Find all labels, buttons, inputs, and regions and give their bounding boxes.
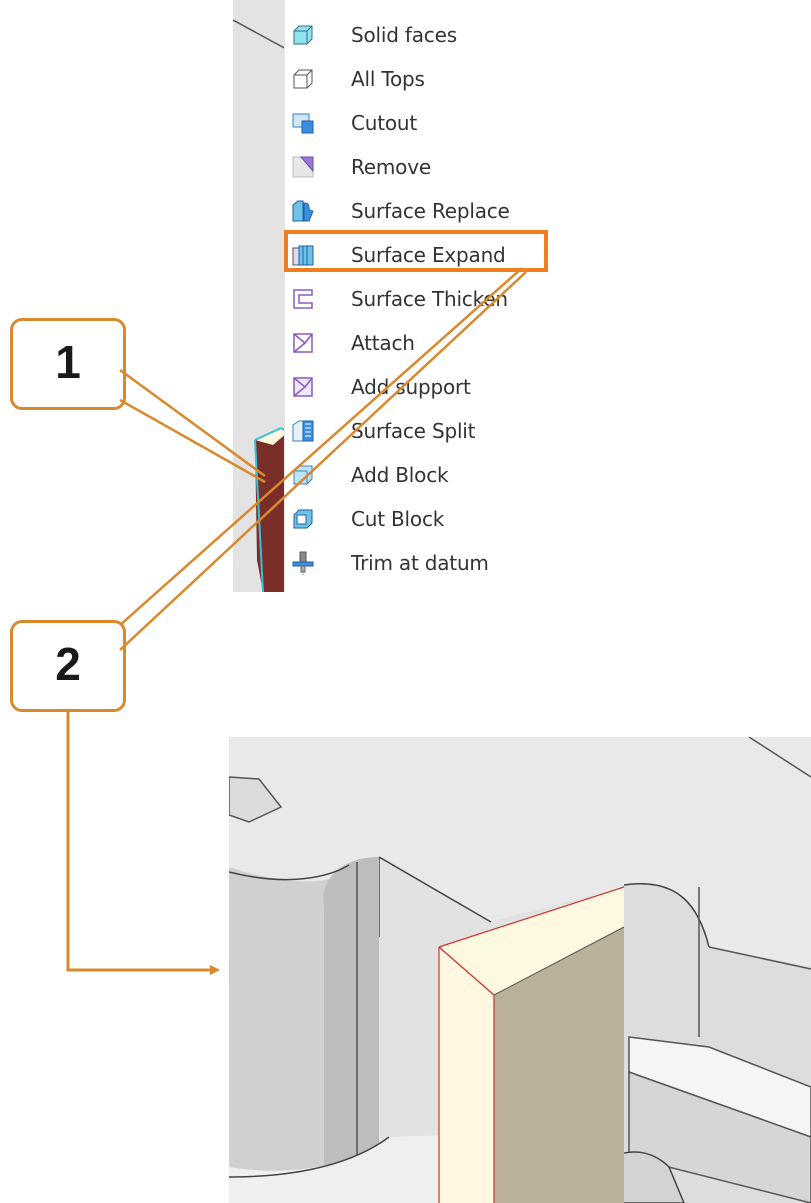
menu-item-solid-faces[interactable]: Solid faces xyxy=(285,14,555,54)
menu-label: Cutout xyxy=(351,111,418,135)
cut-block-icon xyxy=(291,507,315,531)
surface-expand-icon xyxy=(291,243,315,267)
trim-at-datum-icon xyxy=(291,551,315,575)
callout-number: 2 xyxy=(55,638,81,690)
menu-label: Surface Thicken xyxy=(351,287,508,311)
menu-item-surface-replace[interactable]: Surface Replace xyxy=(285,190,555,230)
add-block-icon xyxy=(291,463,315,487)
menu-label: Surface Replace xyxy=(351,199,510,223)
menu-item-remove[interactable]: Remove xyxy=(285,146,555,186)
callout-number: 1 xyxy=(55,336,81,388)
menu-item-trim-at-datum[interactable]: Trim at datum xyxy=(285,542,555,582)
menu-label: Cut Block xyxy=(351,507,445,531)
context-menu: Solid faces All Tops Cutout Remove Surfa… xyxy=(284,0,695,592)
menu-item-cutout[interactable]: Cutout xyxy=(285,102,555,142)
menu-item-surface-split[interactable]: Surface Split xyxy=(285,410,555,450)
attach-icon xyxy=(291,331,315,355)
solid-faces-icon xyxy=(291,23,315,47)
arrow-to-model xyxy=(66,712,220,975)
menu-label: Surface Expand xyxy=(351,243,506,267)
menu-item-cut-block[interactable]: Cut Block xyxy=(285,498,555,538)
top-model-viewport[interactable] xyxy=(233,0,288,592)
menu-item-add-support[interactable]: Add support xyxy=(285,366,555,406)
all-tops-icon xyxy=(291,67,315,91)
menu-label: Add Block xyxy=(351,463,449,487)
menu-label: Attach xyxy=(351,331,415,355)
menu-item-surface-expand[interactable]: Surface Expand xyxy=(285,234,555,274)
menu-label: Add support xyxy=(351,375,471,399)
menu-item-attach[interactable]: Attach xyxy=(285,322,555,362)
surface-thicken-icon xyxy=(291,287,315,311)
menu-item-all-tops[interactable]: All Tops xyxy=(285,58,555,98)
menu-item-surface-thicken[interactable]: Surface Thicken xyxy=(285,278,555,318)
menu-label: All Tops xyxy=(351,67,425,91)
add-support-icon xyxy=(291,375,315,399)
cutout-icon xyxy=(291,111,315,135)
menu-label: Remove xyxy=(351,155,431,179)
menu-label: Surface Split xyxy=(351,419,476,443)
callout-1: 1 xyxy=(10,318,126,410)
callout-2: 2 xyxy=(10,620,126,712)
surface-replace-icon xyxy=(291,199,315,223)
menu-item-add-block[interactable]: Add Block xyxy=(285,454,555,494)
bottom-model-viewport[interactable] xyxy=(229,737,811,1203)
surface-split-icon xyxy=(291,419,315,443)
menu-label: Solid faces xyxy=(351,23,457,47)
menu-label: Trim at datum xyxy=(351,551,489,575)
remove-icon xyxy=(291,155,315,179)
